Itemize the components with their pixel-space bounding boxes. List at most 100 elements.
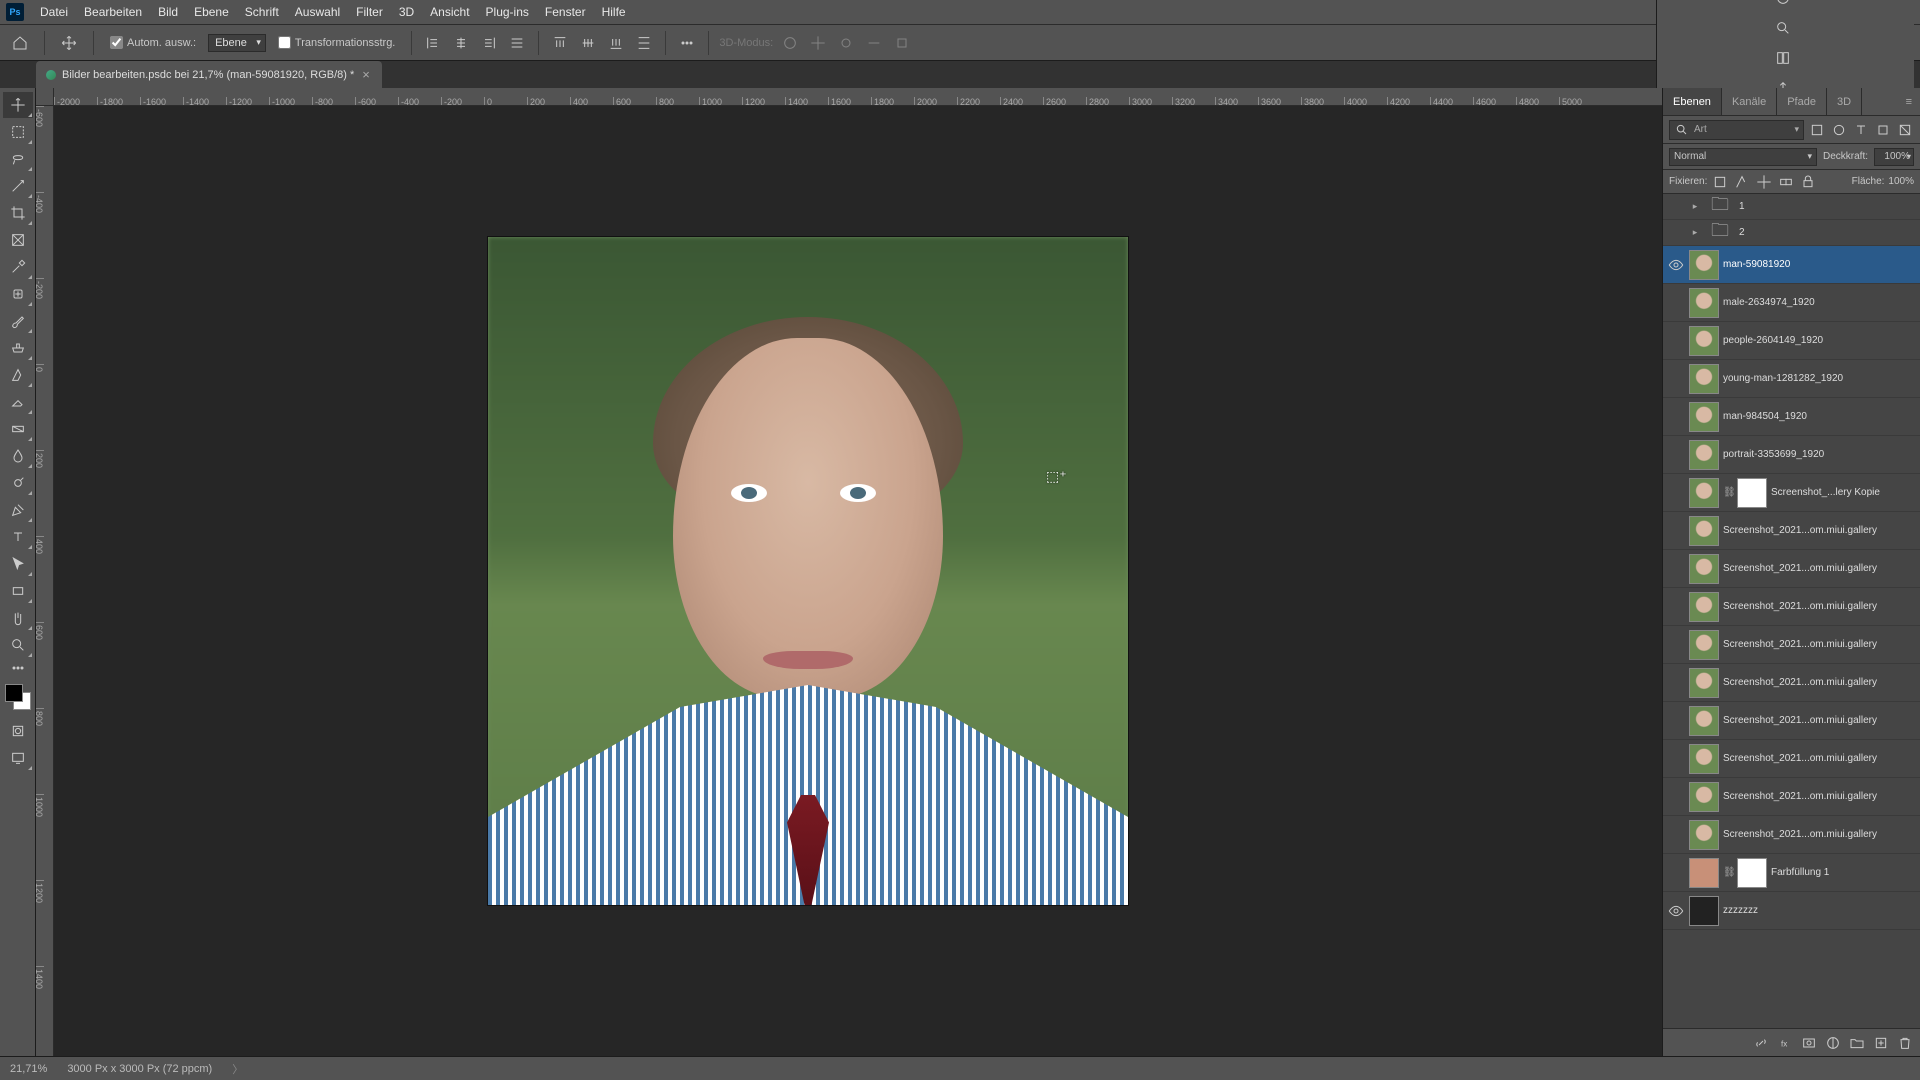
panel-tab-3d[interactable]: 3D (1827, 88, 1862, 115)
visibility-toggle[interactable] (1667, 256, 1685, 274)
move-tool-icon[interactable] (55, 29, 83, 57)
layer-thumbnail[interactable] (1689, 668, 1719, 698)
menu-auswahl[interactable]: Auswahl (287, 0, 348, 24)
layer-name[interactable]: Screenshot_2021...om.miui.gallery (1723, 601, 1916, 612)
panel-tab-pfade[interactable]: Pfade (1777, 88, 1827, 115)
visibility-toggle[interactable] (1667, 224, 1685, 242)
layer-filter-select[interactable]: Art (1669, 120, 1804, 140)
link-layers-icon[interactable] (1750, 1032, 1772, 1054)
menu-ebene[interactable]: Ebene (186, 0, 237, 24)
visibility-toggle[interactable] (1667, 712, 1685, 730)
auto-select-input[interactable] (110, 36, 123, 49)
visibility-toggle[interactable] (1667, 674, 1685, 692)
expand-icon[interactable]: ▸ (1689, 201, 1701, 212)
link-icon[interactable]: ⛓ (1723, 867, 1733, 878)
layer-row[interactable]: ▸🗀2 (1663, 220, 1920, 246)
crop-tool[interactable] (3, 200, 33, 226)
align-hcenter-icon[interactable] (450, 32, 472, 54)
layer-mask-thumbnail[interactable] (1737, 858, 1767, 888)
layer-name[interactable]: Farbfüllung 1 (1771, 867, 1916, 878)
layer-thumbnail[interactable] (1689, 440, 1719, 470)
layer-name[interactable]: people-2604149_1920 (1723, 335, 1916, 346)
visibility-toggle[interactable] (1667, 560, 1685, 578)
lock-all-icon[interactable] (1799, 173, 1817, 191)
distribute-icon[interactable] (633, 32, 655, 54)
layer-row[interactable]: ⛓ Farbfüllung 1 (1663, 854, 1920, 892)
layer-name[interactable]: Screenshot_2021...om.miui.gallery (1723, 715, 1916, 726)
more-options-icon[interactable] (676, 32, 698, 54)
layer-row[interactable]: Screenshot_2021...om.miui.gallery (1663, 664, 1920, 702)
layer-row[interactable]: man-59081920 (1663, 246, 1920, 284)
layer-row[interactable]: people-2604149_1920 (1663, 322, 1920, 360)
menu-bearbeiten[interactable]: Bearbeiten (76, 0, 150, 24)
layer-thumbnail[interactable] (1689, 326, 1719, 356)
gradient-tool[interactable] (3, 416, 33, 442)
layer-thumbnail[interactable] (1689, 782, 1719, 812)
panel-tab-ebenen[interactable]: Ebenen (1663, 88, 1722, 115)
layer-style-icon[interactable]: fx (1774, 1032, 1796, 1054)
document-tab[interactable]: Bilder bearbeiten.psdc bei 21,7% (man-59… (36, 61, 382, 89)
layer-name[interactable]: Screenshot_2021...om.miui.gallery (1723, 753, 1916, 764)
lock-transparency-icon[interactable] (1711, 173, 1729, 191)
visibility-toggle[interactable] (1667, 484, 1685, 502)
menu-plugins[interactable]: Plug-ins (478, 0, 537, 24)
layer-thumbnail[interactable] (1689, 630, 1719, 660)
canvas-area[interactable]: -2000-1800-1600-1400-1200-1000-800-600-4… (36, 88, 1662, 1056)
visibility-toggle[interactable] (1667, 408, 1685, 426)
lasso-tool[interactable] (3, 146, 33, 172)
zoom-level[interactable]: 21,71% (10, 1063, 47, 1075)
home-button[interactable] (6, 29, 34, 57)
visibility-toggle[interactable] (1667, 332, 1685, 350)
brush-tool[interactable] (3, 308, 33, 334)
more-align-icon[interactable] (506, 32, 528, 54)
layer-name[interactable]: Screenshot_2021...om.miui.gallery (1723, 791, 1916, 802)
layer-thumbnail[interactable] (1689, 554, 1719, 584)
zoom-tool[interactable] (3, 632, 33, 658)
filter-type-icon[interactable] (1852, 121, 1870, 139)
lock-nesting-icon[interactable] (1777, 173, 1795, 191)
document-info[interactable]: 3000 Px x 3000 Px (72 ppcm) (67, 1063, 212, 1075)
layer-name[interactable]: 1 (1739, 201, 1916, 212)
opacity-value[interactable]: 100% (1874, 148, 1914, 166)
align-vcenter-icon[interactable] (577, 32, 599, 54)
history-brush-tool[interactable] (3, 362, 33, 388)
layer-row[interactable]: ▸🗀1 (1663, 194, 1920, 220)
layer-name[interactable]: Screenshot_2021...om.miui.gallery (1723, 525, 1916, 536)
layer-name[interactable]: portrait-3353699_1920 (1723, 449, 1916, 460)
layer-name[interactable]: Screenshot_2021...om.miui.gallery (1723, 639, 1916, 650)
layer-row[interactable]: Screenshot_2021...om.miui.gallery (1663, 626, 1920, 664)
quick-mask-icon[interactable] (3, 718, 33, 744)
fill-value[interactable]: 100% (1888, 176, 1914, 187)
horizontal-ruler[interactable]: -2000-1800-1600-1400-1200-1000-800-600-4… (54, 88, 1662, 106)
path-selection-tool[interactable] (3, 551, 33, 577)
align-right-icon[interactable] (478, 32, 500, 54)
visibility-toggle[interactable] (1667, 902, 1685, 920)
layer-row[interactable]: zzzzzzz (1663, 892, 1920, 930)
layer-name[interactable]: Screenshot_2021...om.miui.gallery (1723, 677, 1916, 688)
eyedropper-tool[interactable] (3, 254, 33, 280)
visibility-toggle[interactable] (1667, 788, 1685, 806)
color-swatches[interactable] (5, 684, 31, 710)
expand-icon[interactable]: ▸ (1689, 227, 1701, 238)
new-group-icon[interactable] (1846, 1032, 1868, 1054)
menu-hilfe[interactable]: Hilfe (594, 0, 634, 24)
delete-layer-icon[interactable] (1894, 1032, 1916, 1054)
visibility-toggle[interactable] (1667, 636, 1685, 654)
tab-close-button[interactable]: × (360, 67, 372, 82)
transform-controls-input[interactable] (278, 36, 291, 49)
search-icon[interactable] (1772, 17, 1794, 39)
adjustment-layer-icon[interactable] (1822, 1032, 1844, 1054)
layer-row[interactable]: Screenshot_2021...om.miui.gallery (1663, 512, 1920, 550)
type-tool[interactable] (3, 524, 33, 550)
magic-wand-tool[interactable] (3, 173, 33, 199)
rectangle-tool[interactable] (3, 578, 33, 604)
frame-tool[interactable] (3, 227, 33, 253)
canvas[interactable] (54, 106, 1662, 1056)
layer-thumbnail[interactable] (1689, 896, 1719, 926)
layer-thumbnail[interactable] (1689, 858, 1719, 888)
visibility-toggle[interactable] (1667, 294, 1685, 312)
panel-menu-icon[interactable]: ≡ (1898, 88, 1920, 115)
filter-pixel-icon[interactable] (1808, 121, 1826, 139)
align-bottom-icon[interactable] (605, 32, 627, 54)
layer-mask-thumbnail[interactable] (1737, 478, 1767, 508)
